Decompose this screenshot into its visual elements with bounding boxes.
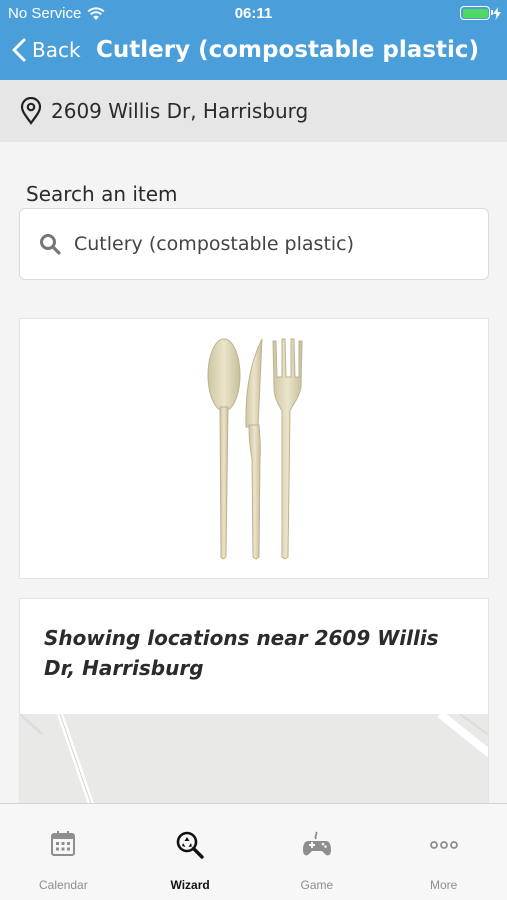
tab-game-label: Game — [300, 878, 334, 892]
locations-heading: Showing locations near 2609 Willis Dr, H… — [44, 626, 439, 680]
item-image-card — [19, 318, 489, 579]
wizard-search-icon — [176, 831, 204, 859]
tab-game[interactable]: Game — [254, 804, 381, 900]
gamepad-icon — [302, 831, 331, 856]
search-input[interactable]: Cutlery (compostable plastic) — [19, 208, 489, 280]
battery-icon — [460, 6, 493, 20]
tab-calendar[interactable]: Calendar — [0, 804, 127, 900]
search-icon — [40, 234, 61, 255]
more-icon — [429, 841, 458, 849]
cutlery-image — [207, 338, 303, 560]
address-bar[interactable]: 2609 Willis Dr, Harrisburg — [0, 80, 507, 142]
back-button[interactable]: Back — [12, 38, 81, 62]
chevron-left-icon — [12, 38, 26, 62]
clock: 06:11 — [234, 5, 273, 22]
tab-bar: Calendar Wizard Game More — [0, 803, 507, 900]
page-title: Cutlery (compostable plastic) — [96, 37, 479, 63]
tab-more-label: More — [429, 878, 458, 892]
location-pin-icon — [20, 97, 42, 125]
search-value: Cutlery (compostable plastic) — [74, 233, 355, 255]
calendar-icon — [51, 831, 76, 856]
app-header: No Service 06:11 Back Cutlery (compostab… — [0, 0, 507, 80]
battery-status — [460, 6, 501, 20]
tab-wizard-label: Wizard — [170, 878, 210, 892]
nav-bar: Back Cutlery (compostable plastic) — [0, 28, 507, 80]
status-bar: No Service 06:11 — [0, 0, 507, 28]
search-label: Search an item — [26, 182, 178, 206]
charging-bolt-icon — [493, 6, 501, 20]
tab-wizard[interactable]: Wizard — [127, 804, 254, 900]
locations-card: Showing locations near 2609 Willis Dr, H… — [19, 598, 489, 818]
back-label: Back — [32, 38, 81, 62]
tab-calendar-label: Calendar — [39, 878, 88, 892]
address-text: 2609 Willis Dr, Harrisburg — [51, 99, 309, 123]
tab-more[interactable]: More — [380, 804, 507, 900]
